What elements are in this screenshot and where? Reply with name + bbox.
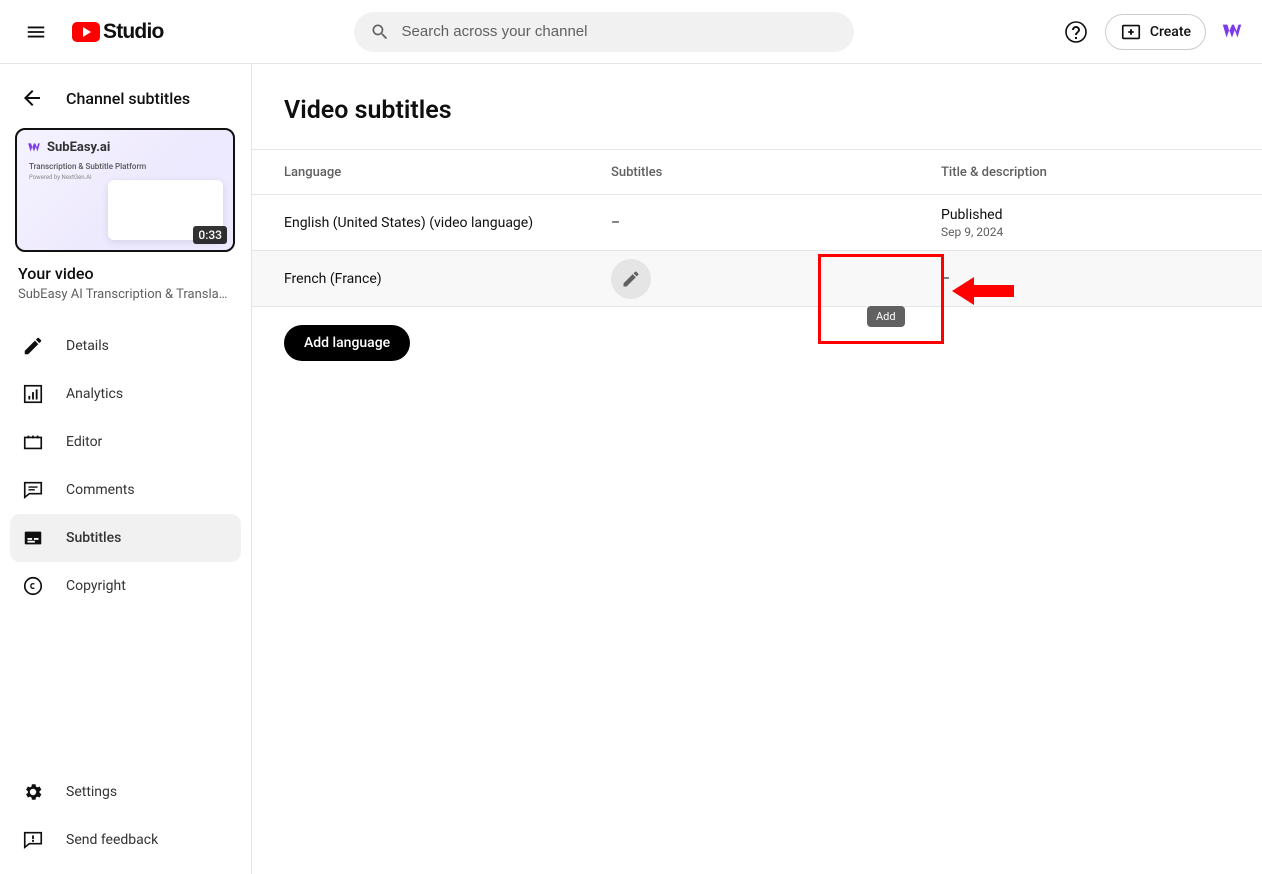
nav-label: Editor xyxy=(66,434,102,450)
sidebar-item-editor[interactable]: Editor xyxy=(0,418,251,466)
sidebar: Channel subtitles SubEasy.ai Transcripti… xyxy=(0,64,252,874)
back-arrow-icon xyxy=(20,86,44,110)
nav-label: Subtitles xyxy=(66,530,121,546)
col-language: Language xyxy=(284,165,611,180)
sidebar-bottom: Settings Send feedback xyxy=(0,768,251,864)
help-button[interactable] xyxy=(1059,15,1093,49)
help-icon xyxy=(1064,20,1088,44)
nav-label: Details xyxy=(66,338,109,354)
main-content: Video subtitles Language Subtitles Title… xyxy=(252,64,1262,874)
video-label: Your video xyxy=(18,264,233,283)
search-box[interactable] xyxy=(354,12,854,52)
cell-language: English (United States) (video language) xyxy=(284,215,611,231)
cell-subtitles xyxy=(611,259,941,299)
thumb-sub2: Powered by NextGen.AI xyxy=(29,174,92,181)
nav-label: Copyright xyxy=(66,578,126,594)
sidebar-item-feedback[interactable]: Send feedback xyxy=(0,816,251,864)
nav-label: Settings xyxy=(66,784,117,800)
sidebar-item-analytics[interactable]: Analytics xyxy=(0,370,251,418)
tooltip-add: Add xyxy=(867,306,905,327)
sidebar-item-details[interactable]: Details xyxy=(0,322,251,370)
create-button[interactable]: Create xyxy=(1105,14,1206,50)
col-title: Title & description xyxy=(941,165,1047,180)
back-title: Channel subtitles xyxy=(66,89,190,108)
pencil-icon xyxy=(621,269,641,289)
comments-icon xyxy=(22,479,44,501)
subtitle-table: Language Subtitles Title & description E… xyxy=(252,149,1262,307)
pencil-icon xyxy=(22,335,44,357)
header: Studio Create xyxy=(0,0,1262,64)
sidebar-item-copyright[interactable]: Copyright xyxy=(0,562,251,610)
feedback-icon xyxy=(22,829,44,851)
add-subtitles-button[interactable] xyxy=(611,259,651,299)
create-icon xyxy=(1120,21,1142,43)
video-thumbnail[interactable]: SubEasy.ai Transcription & Subtitle Plat… xyxy=(15,128,236,252)
subtitles-icon xyxy=(22,527,44,549)
search-input[interactable] xyxy=(402,23,838,40)
add-language-button[interactable]: Add language xyxy=(284,325,410,361)
table-row[interactable]: English (United States) (video language)… xyxy=(252,195,1262,251)
thumb-sub: Transcription & Subtitle Platform xyxy=(29,162,146,171)
col-subtitles: Subtitles xyxy=(611,165,941,180)
hamburger-icon xyxy=(25,21,47,43)
nav-label: Analytics xyxy=(66,386,123,402)
youtube-studio-logo[interactable]: Studio xyxy=(72,20,164,44)
editor-icon xyxy=(22,431,44,453)
video-title: SubEasy AI Transcription & Translati… xyxy=(18,287,228,302)
analytics-icon xyxy=(22,383,44,405)
header-actions: Create xyxy=(1059,14,1246,50)
gear-icon xyxy=(22,781,44,803)
back-row[interactable]: Channel subtitles xyxy=(0,72,251,124)
sidebar-item-comments[interactable]: Comments xyxy=(0,466,251,514)
sidebar-nav: Details Analytics Editor Comments Subtit… xyxy=(0,322,251,610)
cell-title: Published Sep 9, 2024 xyxy=(941,207,1003,239)
sidebar-item-subtitles[interactable]: Subtitles xyxy=(10,514,241,562)
table-row[interactable]: French (France) – Add xyxy=(252,251,1262,307)
cell-title: – xyxy=(941,271,950,287)
page-title: Video subtitles xyxy=(284,96,1262,125)
hamburger-menu-button[interactable] xyxy=(16,12,56,52)
nav-label: Send feedback xyxy=(66,832,158,848)
thumb-brand: SubEasy.ai xyxy=(47,140,110,155)
copyright-icon xyxy=(22,575,44,597)
channel-brand-icon[interactable] xyxy=(1218,18,1246,46)
annotation-arrow-icon xyxy=(952,271,1016,311)
status-date: Sep 9, 2024 xyxy=(941,225,1003,239)
create-label: Create xyxy=(1150,24,1191,40)
cell-subtitles: – xyxy=(611,215,941,231)
table-header: Language Subtitles Title & description xyxy=(252,149,1262,195)
search-icon xyxy=(370,22,390,42)
status-published: Published xyxy=(941,207,1003,223)
nav-label: Comments xyxy=(66,482,135,498)
sidebar-item-settings[interactable]: Settings xyxy=(0,768,251,816)
logo-text: Studio xyxy=(103,20,164,44)
youtube-play-icon xyxy=(72,22,100,42)
cell-language: French (France) xyxy=(284,271,611,287)
brand-w-icon xyxy=(1221,21,1243,43)
brand-w-icon xyxy=(27,141,41,155)
thumb-duration: 0:33 xyxy=(193,226,227,244)
